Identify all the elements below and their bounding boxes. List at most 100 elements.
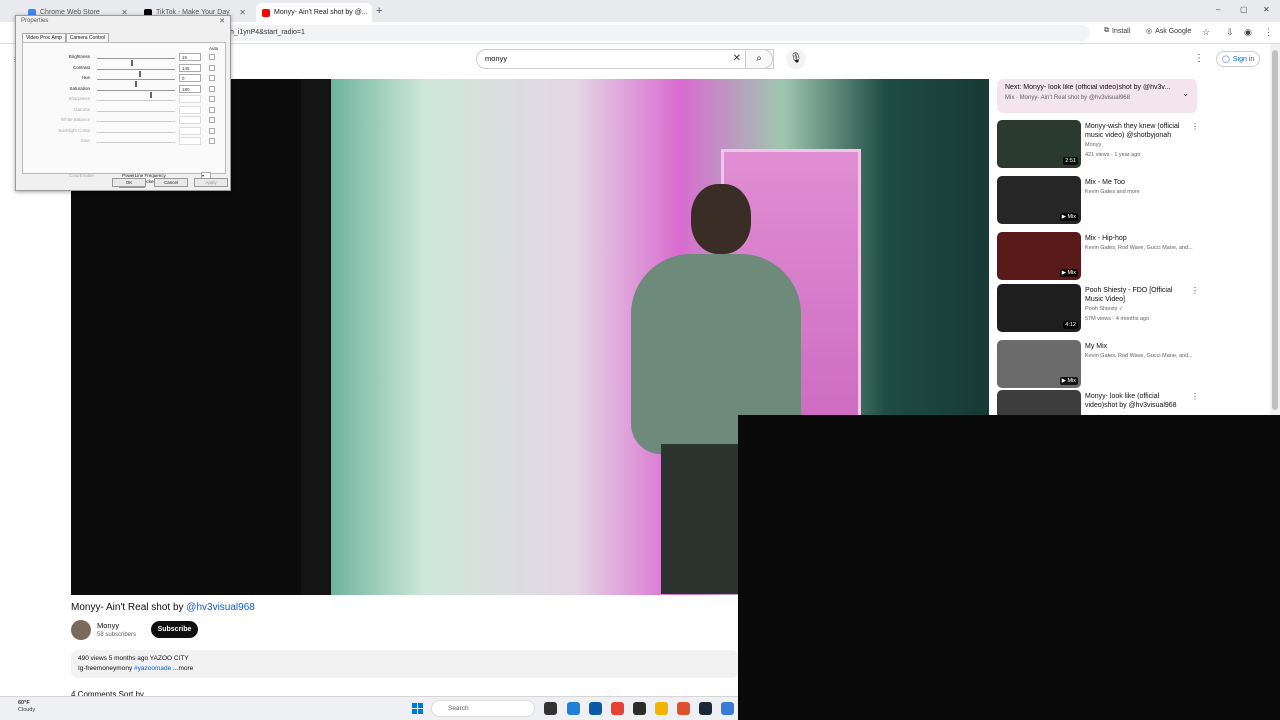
slider-value-field[interactable]: 15 [179, 53, 201, 61]
auto-checkbox [209, 127, 215, 134]
recommendation-title[interactable]: Monyy-wish they knew (official music vid… [1085, 122, 1189, 140]
duration-badge: 2:51 [1063, 157, 1078, 165]
recommendation-channel: Monyy [1085, 142, 1102, 148]
terminal-icon[interactable] [633, 702, 646, 715]
taskbar-search-input[interactable]: Search [431, 700, 535, 717]
video-thumbnail[interactable]: ▶ Mix [997, 176, 1081, 224]
black-overlay-window [738, 415, 1280, 720]
tab-video-proc-amp[interactable]: Video Proc Amp [22, 33, 66, 42]
bookmark-star-icon[interactable]: ☆ [1202, 27, 1210, 38]
task-view-icon[interactable] [544, 702, 557, 715]
video-thumbnail[interactable]: ▶ Mix [997, 340, 1081, 388]
install-button[interactable]: ⧉ Install [1104, 27, 1130, 35]
recommendation-title[interactable]: My Mix [1085, 342, 1189, 351]
steam-icon[interactable] [699, 702, 712, 715]
recommendation-item[interactable]: ▶ Mix My Mix Kevin Gates, Rod Wave, Gucci … [997, 340, 1200, 390]
settings-menu-icon[interactable]: ⋮ [1194, 53, 1204, 64]
chrome-icon[interactable] [611, 702, 624, 715]
slider-row: Hue 0 [23, 74, 227, 87]
ask-google-button[interactable]: ◎ Ask Google [1146, 27, 1191, 36]
mix-playlist-header[interactable]: Next: Monyy- look like (official video)s… [997, 79, 1197, 113]
video-thumbnail[interactable]: 2:51 [997, 120, 1081, 168]
slider-value-field[interactable]: 180 [179, 84, 201, 93]
slider-value-field[interactable]: 0 [179, 74, 201, 82]
tab-camera-control[interactable]: Camera Control [65, 33, 110, 42]
office-icon[interactable] [677, 702, 690, 715]
more-actions-icon[interactable]: ⋮ [1191, 392, 1199, 401]
close-window-button[interactable]: ✕ [1263, 5, 1270, 14]
close-icon[interactable]: ✕ [368, 8, 373, 17]
ok-button[interactable]: OK [112, 178, 146, 187]
channel-avatar[interactable] [71, 620, 91, 640]
search-icon[interactable]: ⌕ [745, 49, 773, 69]
file-explorer-icon[interactable] [655, 702, 668, 715]
app-icon[interactable] [721, 702, 734, 715]
slider-track[interactable] [97, 68, 175, 77]
store-icon[interactable] [589, 702, 602, 715]
video-title-tag-link[interactable]: @hv3visual968 [186, 602, 255, 613]
close-icon[interactable]: ✕ [219, 17, 225, 25]
page-scrollbar[interactable] [1270, 44, 1280, 416]
subscriber-count: 58 subscribers [97, 632, 137, 638]
auto-checkbox[interactable] [209, 75, 215, 81]
close-icon[interactable]: ✕ [235, 8, 246, 17]
tab-search-icon[interactable]: ⇩ [1226, 27, 1234, 38]
recommendation-title[interactable]: Mix - Me Too [1085, 178, 1189, 187]
channel-name[interactable]: Monyy [97, 621, 119, 630]
new-tab-button[interactable]: + [376, 5, 382, 17]
more-actions-icon[interactable]: ⋮ [1191, 122, 1199, 131]
color-enable-label: ColorEnable [69, 173, 94, 178]
hashtag-link[interactable]: #yazoomade [134, 665, 171, 672]
windows-start-icon[interactable] [412, 703, 423, 714]
properties-dialog: Properties ✕ Video Proc Amp Camera Contr… [15, 15, 231, 191]
recommendation-channel: Kevin Gates, Rod Wave, Gucci Mane, and..… [1085, 353, 1193, 359]
slider-row: Gamma [23, 105, 227, 116]
recommendation-title[interactable]: Monyy- look like (official video)shot by… [1085, 392, 1189, 410]
clear-search-icon[interactable]: ✕ [733, 50, 741, 68]
subscribe-button[interactable]: Subscribe [151, 621, 198, 638]
maximize-button[interactable]: ▢ [1240, 5, 1248, 14]
slider-track [97, 110, 175, 112]
recommendation-item[interactable]: 4:12 Pooh Shiesty - FDO [Official Music V… [997, 284, 1200, 334]
scrollbar-thumb[interactable] [1272, 50, 1278, 410]
recommendation-title[interactable]: Mix - Hip-hop [1085, 234, 1189, 243]
chrome-menu-icon[interactable]: ⋮ [1264, 27, 1273, 38]
slider-label: Gamma [73, 106, 90, 112]
edge-icon[interactable] [567, 702, 580, 715]
description-meta: 490 views 5 months ago YAZOO CITY [78, 655, 189, 662]
slider-track[interactable] [97, 89, 175, 98]
slider-track[interactable] [97, 79, 175, 87]
auto-checkbox[interactable] [209, 64, 215, 71]
youtube-icon [262, 8, 270, 17]
weather-temp: 60°F [18, 700, 30, 706]
slider-label: Sharpness [68, 96, 90, 101]
apply-button[interactable]: Apply [194, 178, 228, 187]
slider-track[interactable] [97, 58, 175, 66]
slider-track [97, 131, 175, 133]
profile-icon[interactable]: ◉ [1244, 27, 1252, 38]
auto-checkbox[interactable] [209, 85, 215, 92]
auto-checkbox[interactable] [209, 54, 215, 60]
cancel-button[interactable]: Cancel [154, 178, 188, 187]
video-thumbnail[interactable]: ▶ Mix [997, 232, 1081, 280]
recommendation-item[interactable]: ▶ Mix Mix - Hip-hop Kevin Gates, Rod Wave,… [997, 232, 1200, 282]
slider-label: Hue [81, 75, 90, 80]
recommendation-item[interactable]: ▶ Mix Mix - Me Too Kevin Gates and more [997, 176, 1200, 226]
slider-label: White Balance [60, 117, 90, 122]
slider-value-field[interactable]: 145 [179, 63, 201, 72]
show-more-link[interactable]: ...more [171, 665, 193, 672]
recommendation-title[interactable]: Pooh Shiesty - FDO [Official Music Video… [1085, 286, 1189, 304]
video-thumbnail[interactable]: 4:12 [997, 284, 1081, 332]
more-actions-icon[interactable]: ⋮ [1191, 286, 1199, 295]
recommendation-item[interactable]: 2:51 Monyy-wish they knew (official music… [997, 120, 1200, 170]
tab-youtube-video[interactable]: Monyy- Ain't Real shot by @... ✕ [256, 3, 372, 22]
sign-in-button[interactable]: ◯ Sign in [1216, 51, 1261, 67]
description-box[interactable]: 490 views 5 months ago YAZOO CITY Ig-fre… [71, 650, 738, 678]
microphone-icon[interactable]: 🎙 [786, 49, 806, 69]
search-input[interactable]: monyy ✕ ⌕ [476, 49, 774, 69]
weather-widget[interactable]: 60°F Cloudy [18, 700, 35, 714]
chevron-down-icon[interactable]: ⌄ [1182, 89, 1189, 98]
slider-row: Saturation 180 [23, 84, 227, 98]
minimize-button[interactable]: – [1216, 5, 1220, 14]
slider-row: Sharpness [23, 95, 227, 105]
